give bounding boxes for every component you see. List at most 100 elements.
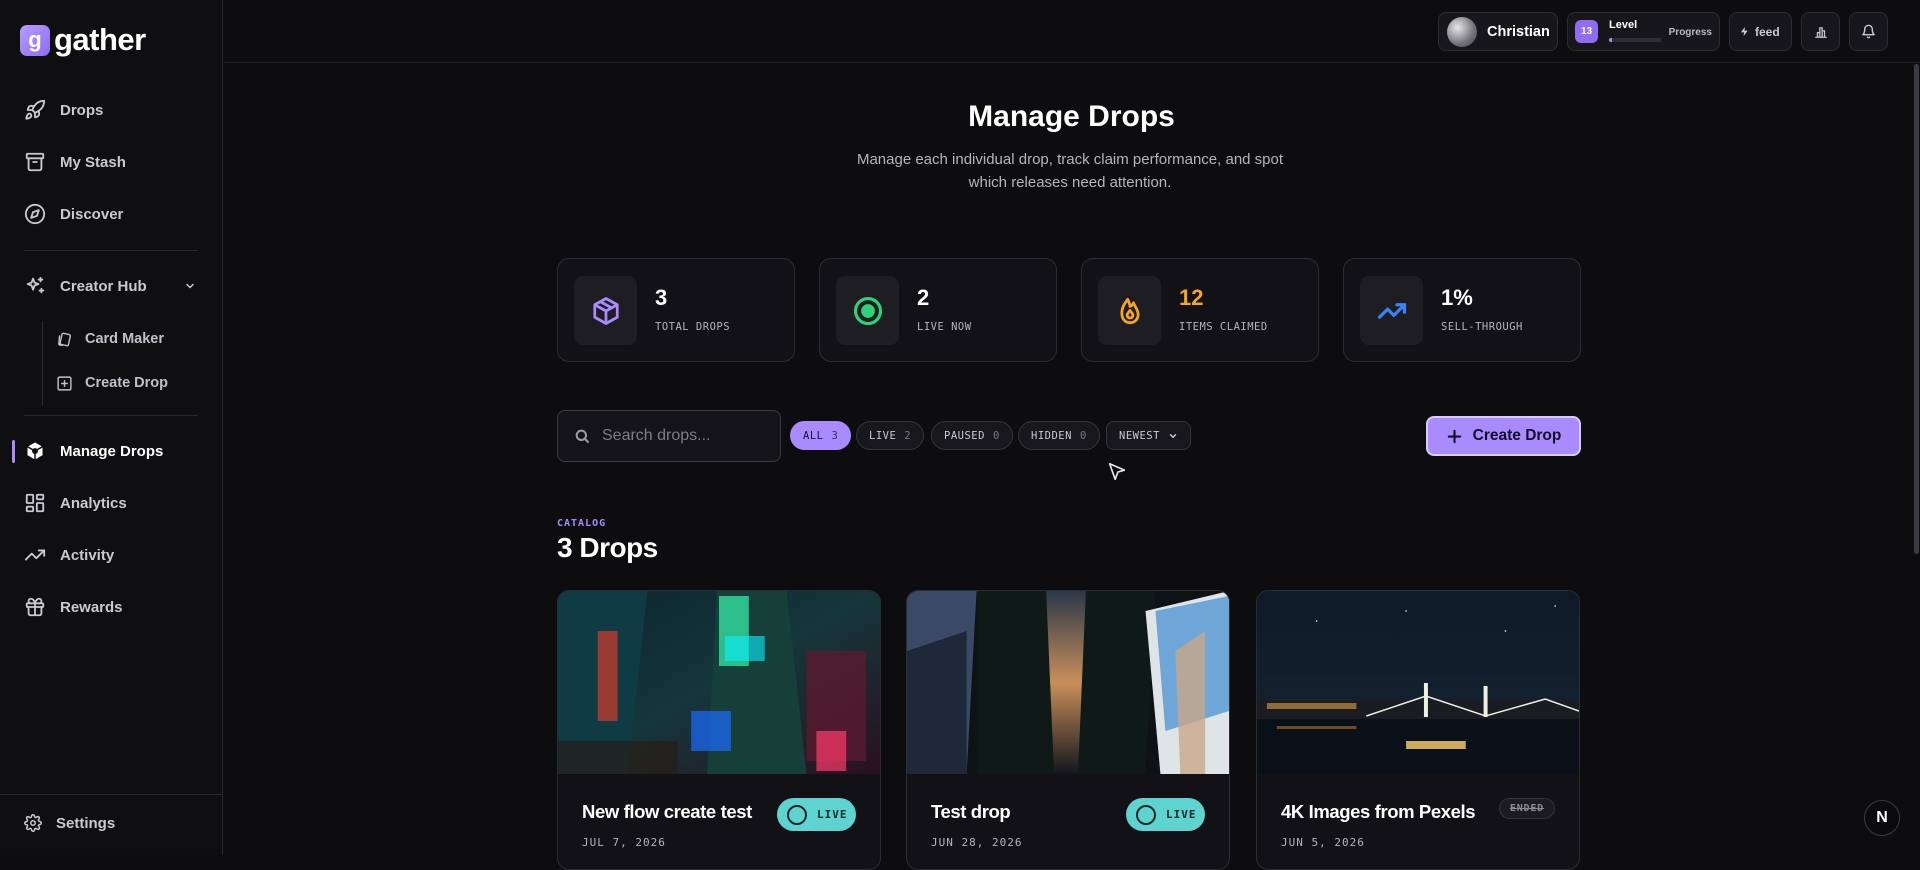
sidebar-item-label: My Stash [60,153,126,171]
drop-date: JUN 5, 2026 [1281,836,1365,849]
sidebar-divider [24,250,198,251]
sidebar-item-label: Drops [60,101,104,119]
status-label: LIVE [1166,808,1197,821]
gear-icon [24,814,42,832]
filter-chip-hidden[interactable]: HIDDEN 0 [1018,421,1100,450]
sparkles-icon [26,276,45,294]
drop-card[interactable]: Test drop JUN 28, 2026 LIVE [906,590,1230,870]
search-box[interactable] [557,410,781,462]
catalog-eyebrow: CATALOG [557,518,607,529]
notifications-button[interactable] [1849,12,1888,51]
next-dev-tools-button[interactable]: N [1864,800,1900,836]
plus-square-icon [57,375,72,391]
page-title: Manage Drops [968,100,1175,133]
rocket-icon [25,99,46,120]
stat-card-items-claimed: 12 ITEMS CLAIMED [1081,258,1319,362]
feed-button[interactable]: feed [1729,12,1792,51]
stat-label: LIVE NOW [917,321,972,333]
stat-value: 12 [1179,285,1204,310]
sidebar-item-manage-drops[interactable]: Manage Drops [0,431,222,471]
dashboard-icon [25,493,45,513]
level-badge: 13 [1575,20,1598,43]
sidebar-subitem-card-maker[interactable]: Card Maker [56,322,164,356]
trend-icon [24,549,46,561]
stat-icon-wrap [574,276,637,345]
scrollbar-thumb[interactable] [1914,64,1919,554]
cube-icon [592,296,619,325]
sidebar-divider [24,415,198,416]
status-badge: LIVE [777,798,856,831]
level-progress-button[interactable]: 13 Level Progress [1567,12,1720,51]
gift-icon [25,597,45,617]
level-progress-bar [1609,38,1661,42]
sidebar-item-creator-hub[interactable]: Creator Hub [0,266,222,306]
sidebar-subitem-create-drop[interactable]: Create Drop [56,366,168,400]
filter-label: HIDDEN [1031,429,1072,442]
search-input[interactable] [602,427,762,445]
page-subtitle: Manage each individual drop, track claim… [856,151,1284,191]
stat-card-live-now: 2 LIVE NOW [819,258,1057,362]
sidebar-subitem-label: Create Drop [85,375,168,391]
stat-icon-wrap [1098,276,1161,345]
drop-date: JUL 7, 2026 [582,836,666,849]
sidebar-item-my-stash[interactable]: My Stash [0,142,222,182]
sidebar-item-drops[interactable]: Drops [0,90,222,130]
sort-dropdown[interactable]: NEWEST [1106,421,1191,450]
user-name: Christian [1487,23,1550,40]
level-progress-label: Progress [1668,27,1712,38]
drop-date: JUN 28, 2026 [931,836,1023,849]
settings-link[interactable]: Settings [24,814,115,832]
flame-icon [1119,297,1140,324]
filter-count: 3 [831,429,839,442]
chevron-down-icon[interactable] [184,280,196,292]
feed-label: feed [1755,24,1780,39]
stat-value: 2 [917,285,930,310]
stat-card-sell-through: 1% SELL-THROUGH [1343,258,1581,362]
sidebar-item-discover[interactable]: Discover [0,194,222,234]
stat-label: ITEMS CLAIMED [1179,321,1268,333]
level-label: Level [1609,19,1638,31]
stat-icon-wrap [1360,276,1423,345]
sidebar-item-label: Creator Hub [60,277,147,295]
filter-count: 2 [904,429,912,442]
logo-mark: g [20,24,50,56]
sidebar-item-label: Discover [60,205,124,223]
avatar [1447,16,1477,47]
sort-label: NEWEST [1119,429,1160,442]
stat-icon-wrap [836,276,899,345]
stat-card-total-drops: 3 TOTAL DROPS [557,258,795,362]
submenu-rail [42,321,43,406]
status-label: LIVE [817,808,848,821]
status-badge: ENDED [1498,798,1555,819]
sidebar-item-label: Rewards [60,598,123,616]
drop-cover-image [558,591,880,774]
brand-logo[interactable]: g gather [20,22,146,58]
leaderboard-button[interactable] [1801,12,1840,51]
create-drop-button[interactable]: Create Drop [1426,416,1581,456]
stat-value: 3 [655,285,668,310]
drop-cover-image [907,591,1229,774]
sidebar-subitem-label: Card Maker [85,331,164,347]
filter-chip-live[interactable]: LIVE 2 [856,421,925,450]
sidebar-item-analytics[interactable]: Analytics [0,483,222,523]
drop-card[interactable]: New flow create test JUL 7, 2026 LIVE [557,590,881,870]
target-icon [853,296,882,325]
filter-label: ALL [803,429,824,442]
sidebar-item-rewards[interactable]: Rewards [0,587,222,627]
mouse-cursor-icon [1108,462,1126,481]
stat-label: TOTAL DROPS [655,321,731,333]
filter-chip-all[interactable]: ALL 3 [790,421,852,450]
bolt-icon [1740,26,1748,37]
bar-chart-icon [1814,26,1827,38]
user-menu-button[interactable]: Christian [1438,12,1558,51]
filter-chip-paused[interactable]: PAUSED 0 [931,421,1013,450]
search-icon [575,429,589,443]
drop-title: New flow create test [582,801,752,822]
drop-cover-image [1257,591,1579,774]
drop-title: 4K Images from Pexels [1281,801,1476,822]
sidebar-item-label: Manage Drops [60,442,164,460]
sidebar-item-activity[interactable]: Activity [0,535,222,575]
trend-up-icon [1377,302,1406,319]
drop-card[interactable]: 4K Images from Pexels JUN 5, 2026 ENDED [1256,590,1580,870]
live-ring-icon [1136,804,1156,825]
